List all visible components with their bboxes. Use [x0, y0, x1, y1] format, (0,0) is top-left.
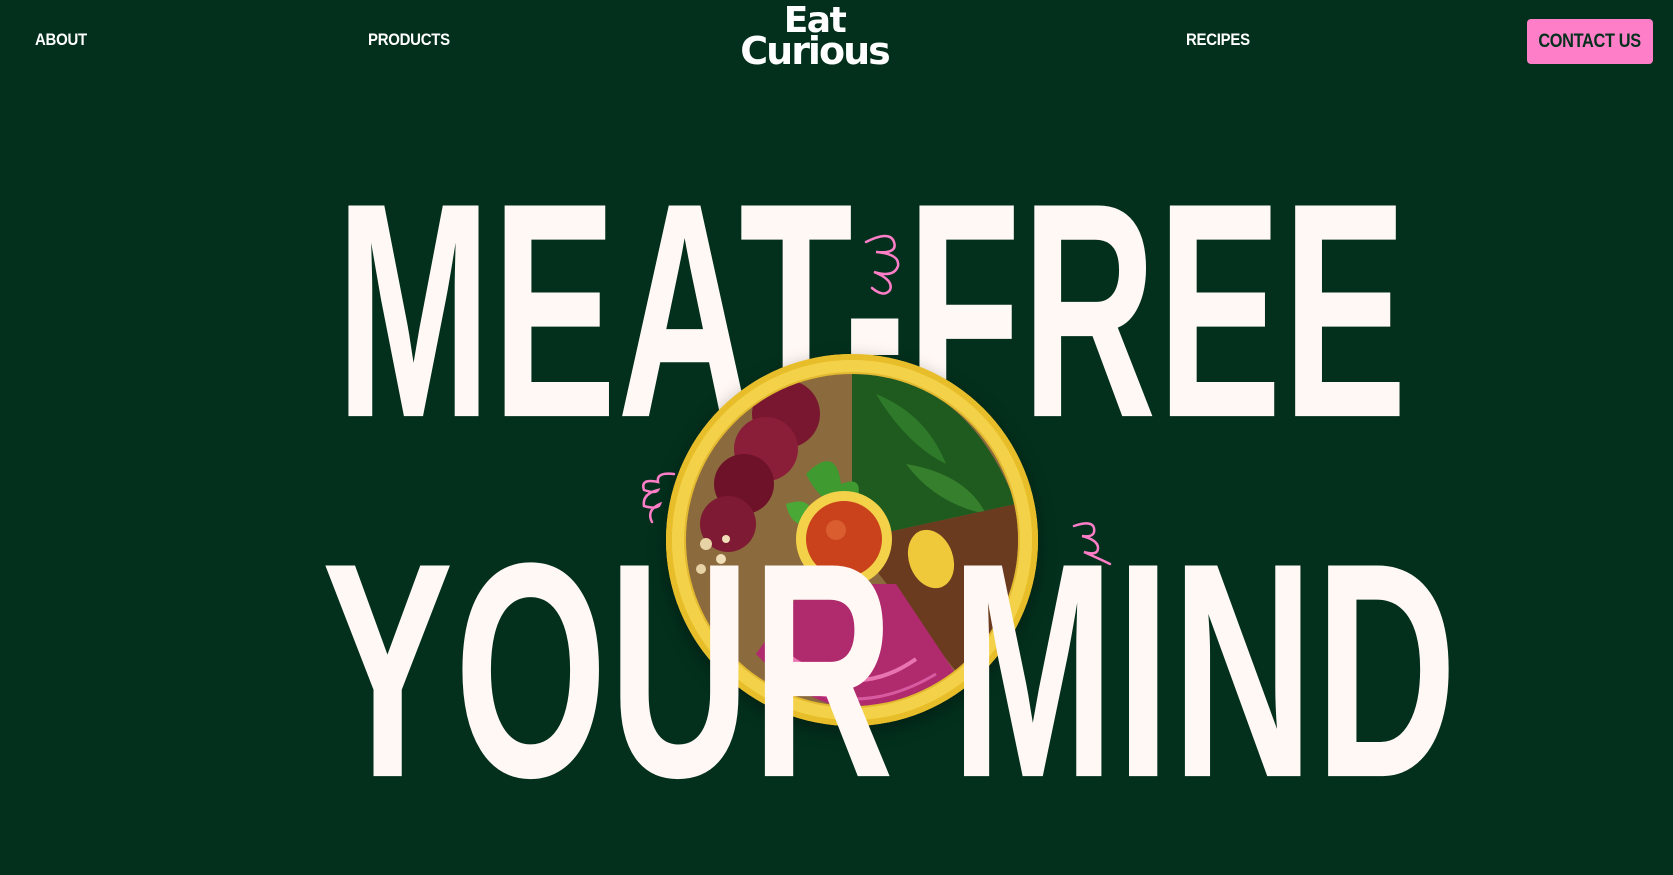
contact-us-label: CONTACT US: [1538, 30, 1642, 52]
squiggle-doodle-icon: [642, 472, 676, 524]
nav-recipes-link[interactable]: RECIPES: [1186, 30, 1250, 50]
nav-products-link[interactable]: PRODUCTS: [368, 30, 450, 50]
eat-curious-logo[interactable]: Eat Curious: [722, 3, 907, 76]
hero-headline-line-2: YOUR MIND: [322, 498, 1459, 842]
nav-about-link[interactable]: ABOUT: [35, 30, 87, 50]
logo-line-2: Curious: [740, 28, 890, 73]
squiggle-doodle-icon: [1072, 522, 1112, 566]
contact-us-button[interactable]: CONTACT US: [1527, 19, 1653, 64]
squiggle-doodle-icon: [864, 234, 900, 295]
